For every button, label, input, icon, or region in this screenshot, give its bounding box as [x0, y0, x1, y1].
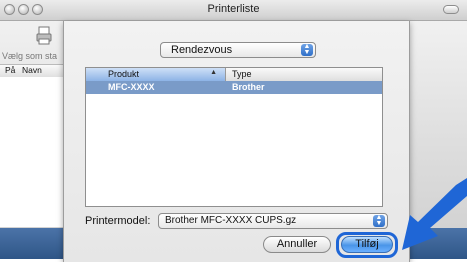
printer-model-popup[interactable]: Brother MFC-XXXX CUPS.gz ▲ ▼: [158, 213, 388, 229]
sort-ascending-icon: ▲: [210, 69, 217, 76]
add-button-highlight: [336, 232, 398, 258]
row-type: Brother: [232, 82, 265, 92]
make-default-toolbar-label[interactable]: Vælg som sta: [2, 51, 57, 61]
list-header: Produkt ▲ Type: [86, 68, 382, 82]
printer-list-window: Printerliste Vælg som sta På Navn Rendez…: [0, 0, 467, 262]
list-item[interactable]: MFC-XXXX Brother: [86, 81, 382, 94]
column-on[interactable]: På: [5, 65, 15, 75]
column-type[interactable]: Type: [232, 69, 252, 79]
window-title: Printerliste: [207, 3, 260, 15]
column-name[interactable]: Navn: [22, 65, 42, 75]
discovery-method-popup[interactable]: Rendezvous ▲ ▼: [160, 42, 316, 58]
popup-arrows-icon: ▲ ▼: [301, 43, 313, 56]
printer-model-value: Brother MFC-XXXX CUPS.gz: [165, 215, 297, 226]
pointer-arrow-icon: [402, 178, 467, 250]
row-product: MFC-XXXX: [108, 82, 155, 92]
popup-arrows-icon: ▲ ▼: [373, 214, 385, 227]
printer-model-label: Printermodel:: [85, 215, 151, 227]
title-bar: Printerliste: [0, 0, 467, 21]
printer-browser-list[interactable]: Produkt ▲ Type MFC-XXXX Brother: [85, 67, 383, 207]
printer-icon[interactable]: [36, 26, 52, 46]
toolbar-toggle-button[interactable]: [443, 5, 459, 14]
discovery-method-value: Rendezvous: [171, 44, 233, 56]
column-product[interactable]: Produkt ▲: [86, 68, 226, 81]
add-printer-sheet: Rendezvous ▲ ▼ Produkt ▲ Type MFC-XXXX Br…: [63, 21, 410, 262]
cancel-button[interactable]: Annuller: [263, 236, 331, 253]
